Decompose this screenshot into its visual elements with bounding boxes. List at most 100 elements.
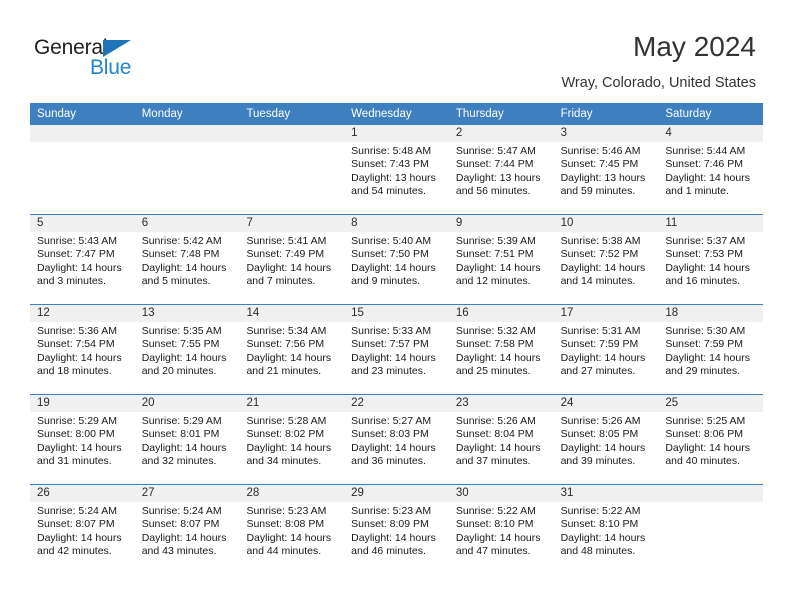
daylight-text-line1: Daylight: 14 hours [455, 531, 541, 544]
day-number[interactable]: 15 [344, 305, 449, 322]
sunrise-text: Sunrise: 5:22 AM [455, 505, 536, 517]
day-cell[interactable]: Sunrise: 5:33 AM Sunset: 7:57 PM Daylight:… [344, 322, 449, 394]
day-number[interactable]: 12 [30, 305, 135, 322]
day-cell[interactable]: Sunrise: 5:23 AM Sunset: 8:08 PM Daylight:… [239, 502, 344, 574]
sunrise-text: Sunrise: 5:47 AM [455, 145, 536, 157]
sunset-text: Sunset: 7:43 PM [351, 158, 429, 171]
day-number[interactable]: 2 [449, 125, 554, 142]
sunrise-text: Sunrise: 5:27 AM [351, 415, 432, 427]
day-number[interactable]: 18 [658, 305, 763, 322]
day-number[interactable]: 6 [135, 215, 240, 232]
day-number[interactable]: 4 [658, 125, 763, 142]
day-cell[interactable]: Sunrise: 5:34 AM Sunset: 7:56 PM Daylight:… [239, 322, 344, 394]
day-cell[interactable]: Sunrise: 5:43 AM Sunset: 7:47 PM Daylight:… [30, 232, 135, 304]
sunset-text: Sunset: 8:02 PM [246, 428, 325, 441]
daylight-text-line1: Daylight: 14 hours [560, 531, 646, 544]
day-cell[interactable]: Sunrise: 5:23 AM Sunset: 8:09 PM Daylight:… [344, 502, 449, 574]
weekday-header-sunday: Sunday [37, 108, 77, 120]
day-number[interactable]: 9 [449, 215, 554, 232]
day-cell[interactable]: Sunrise: 5:27 AM Sunset: 8:03 PM Daylight:… [344, 412, 449, 484]
day-cell[interactable]: Sunrise: 5:31 AM Sunset: 7:59 PM Daylight:… [554, 322, 659, 394]
day-number[interactable]: 14 [239, 305, 344, 322]
daylight-text-line2: and 59 minutes. [560, 185, 636, 198]
sunrise-text: Sunrise: 5:48 AM [351, 145, 432, 157]
daylight-text-line2: and 21 minutes. [246, 365, 322, 378]
weekday-header-saturday: Saturday [665, 108, 712, 120]
sunrise-text: Sunrise: 5:37 AM [665, 235, 746, 247]
sunrise-text: Sunrise: 5:29 AM [37, 415, 117, 427]
day-number[interactable]: 7 [239, 215, 344, 232]
day-number[interactable]: 19 [30, 395, 135, 412]
daylight-text-line1: Daylight: 14 hours [37, 261, 122, 274]
day-cell[interactable]: Sunrise: 5:25 AM Sunset: 8:06 PM Daylight:… [658, 412, 763, 484]
weekday-header-tuesday: Tuesday [246, 108, 291, 120]
day-number[interactable]: 11 [658, 215, 763, 232]
day-cell[interactable]: Sunrise: 5:40 AM Sunset: 7:50 PM Daylight:… [344, 232, 449, 304]
day-number[interactable]: 3 [554, 125, 659, 142]
day-number[interactable]: 17 [554, 305, 659, 322]
day-cell[interactable]: Sunrise: 5:39 AM Sunset: 7:51 PM Daylight:… [449, 232, 554, 304]
daylight-text-line2: and 25 minutes. [455, 365, 531, 378]
day-number[interactable]: 20 [135, 395, 240, 412]
day-number[interactable]: 23 [449, 395, 554, 412]
day-cell[interactable]: Sunrise: 5:24 AM Sunset: 8:07 PM Daylight:… [135, 502, 240, 574]
sunset-text: Sunset: 8:03 PM [351, 428, 429, 441]
week-daynumber-band: 26 27 28 29 30 31 [30, 485, 763, 502]
day-cell[interactable]: Sunrise: 5:29 AM Sunset: 8:00 PM Daylight:… [30, 412, 135, 484]
daylight-text-line1: Daylight: 14 hours [351, 261, 436, 274]
day-number[interactable]: 26 [30, 485, 135, 502]
day-cell[interactable]: Sunrise: 5:46 AM Sunset: 7:45 PM Daylight:… [554, 142, 659, 214]
sunset-text: Sunset: 7:58 PM [455, 338, 534, 351]
sunset-text: Sunset: 8:10 PM [455, 518, 534, 531]
day-cell[interactable]: Sunrise: 5:37 AM Sunset: 7:53 PM Daylight:… [658, 232, 763, 304]
day-cell[interactable]: Sunrise: 5:26 AM Sunset: 8:05 PM Daylight:… [554, 412, 659, 484]
day-number[interactable]: 30 [449, 485, 554, 502]
sunrise-text: Sunrise: 5:43 AM [37, 235, 117, 247]
day-cell[interactable]: Sunrise: 5:44 AM Sunset: 7:46 PM Daylight:… [658, 142, 763, 214]
sunset-text: Sunset: 7:59 PM [665, 338, 743, 351]
day-cell[interactable]: Sunrise: 5:29 AM Sunset: 8:01 PM Daylight:… [135, 412, 240, 484]
sunrise-text: Sunrise: 5:25 AM [665, 415, 746, 427]
day-number[interactable]: 24 [554, 395, 659, 412]
sunset-text: Sunset: 8:04 PM [455, 428, 534, 441]
day-cell[interactable]: Sunrise: 5:42 AM Sunset: 7:48 PM Daylight:… [135, 232, 240, 304]
day-cell[interactable]: Sunrise: 5:24 AM Sunset: 8:07 PM Daylight:… [30, 502, 135, 574]
day-cell[interactable]: Sunrise: 5:30 AM Sunset: 7:59 PM Daylight:… [658, 322, 763, 394]
day-number[interactable]: 22 [344, 395, 449, 412]
sunset-text: Sunset: 7:50 PM [351, 248, 429, 261]
day-cell[interactable]: Sunrise: 5:35 AM Sunset: 7:55 PM Daylight:… [135, 322, 240, 394]
daylight-text-line2: and 20 minutes. [141, 365, 217, 378]
day-number[interactable]: 1 [344, 125, 449, 142]
day-number[interactable]: 13 [135, 305, 240, 322]
day-number[interactable]: 21 [239, 395, 344, 412]
day-number[interactable]: 10 [554, 215, 659, 232]
day-number[interactable]: 8 [344, 215, 449, 232]
day-cell[interactable]: Sunrise: 5:22 AM Sunset: 8:10 PM Daylight:… [449, 502, 554, 574]
daylight-text-line2: and 40 minutes. [665, 455, 741, 468]
daylight-text-line1: Daylight: 14 hours [37, 441, 122, 454]
day-number[interactable]: 31 [554, 485, 659, 502]
week-detail-band: Sunrise: 5:29 AM Sunset: 8:00 PM Daylight:… [30, 412, 763, 484]
day-number[interactable]: 5 [30, 215, 135, 232]
sunrise-text: Sunrise: 5:23 AM [351, 505, 432, 517]
sunrise-text: Sunrise: 5:23 AM [246, 505, 327, 517]
daylight-text-line2: and 56 minutes. [455, 185, 531, 198]
day-cell[interactable]: Sunrise: 5:22 AM Sunset: 8:10 PM Daylight:… [554, 502, 659, 574]
day-cell[interactable]: Sunrise: 5:48 AM Sunset: 7:43 PM Daylight:… [344, 142, 449, 214]
day-cell[interactable]: Sunrise: 5:32 AM Sunset: 7:58 PM Daylight:… [449, 322, 554, 394]
day-number[interactable]: 28 [239, 485, 344, 502]
day-number[interactable]: 29 [344, 485, 449, 502]
day-cell[interactable]: Sunrise: 5:26 AM Sunset: 8:04 PM Daylight:… [449, 412, 554, 484]
day-number[interactable]: 16 [449, 305, 554, 322]
day-cell[interactable]: Sunrise: 5:28 AM Sunset: 8:02 PM Daylight:… [239, 412, 344, 484]
daylight-text-line1: Daylight: 14 hours [665, 351, 750, 364]
day-number[interactable]: 25 [658, 395, 763, 412]
day-number[interactable]: 27 [135, 485, 240, 502]
day-cell[interactable]: Sunrise: 5:36 AM Sunset: 7:54 PM Daylight:… [30, 322, 135, 394]
day-cell[interactable]: Sunrise: 5:47 AM Sunset: 7:44 PM Daylight:… [449, 142, 554, 214]
daylight-text-line1: Daylight: 14 hours [141, 441, 227, 454]
day-cell[interactable]: Sunrise: 5:41 AM Sunset: 7:49 PM Daylight:… [239, 232, 344, 304]
day-cell[interactable]: Sunrise: 5:38 AM Sunset: 7:52 PM Daylight:… [554, 232, 659, 304]
daylight-text-line2: and 31 minutes. [37, 455, 112, 468]
sunset-text: Sunset: 7:51 PM [455, 248, 534, 261]
